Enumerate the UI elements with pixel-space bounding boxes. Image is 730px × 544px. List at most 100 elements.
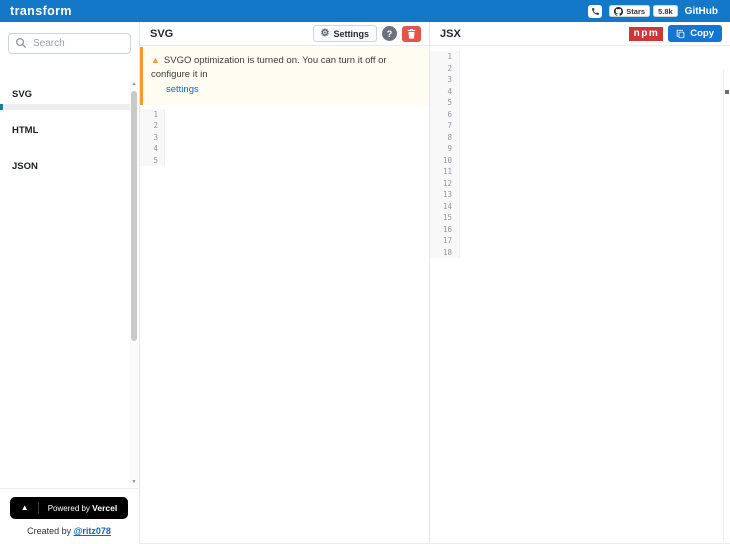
scroll-down-icon[interactable]: ▼ [132, 478, 137, 487]
copy-icon [676, 29, 685, 39]
search-box [8, 33, 131, 54]
jsx-scroll-thumb[interactable] [725, 90, 729, 94]
stars-label: Stars [626, 7, 645, 16]
nav-section-title: HTML [0, 116, 130, 140]
line-number [430, 132, 460, 144]
code-line-content [460, 201, 730, 213]
sidebar-scroll-thumb[interactable] [131, 91, 137, 341]
created-by-label: Created by [27, 526, 71, 536]
settings-link[interactable]: settings [166, 84, 199, 95]
octocat-icon [614, 7, 623, 16]
code-line-content [165, 155, 429, 167]
gear-icon: ⚙ [321, 29, 330, 39]
line-number [430, 235, 460, 247]
settings-button[interactable]: ⚙ Settings [313, 25, 377, 42]
author-link[interactable]: @ritz078 [74, 526, 111, 536]
svg-source-panel: SVG ⚙ Settings ? ▲SVGO optimization is t… [140, 22, 430, 544]
code-line [430, 166, 730, 178]
line-number [140, 120, 165, 132]
code-line-content [460, 189, 730, 201]
code-line-content [460, 166, 730, 178]
warning-text: SVGO optimization is turned on. You can … [151, 55, 387, 80]
code-line-content [165, 109, 429, 121]
header-actions: Stars 5.8k GitHub [588, 5, 718, 18]
sidebar-item[interactable] [0, 284, 130, 290]
app-logo[interactable]: transform [10, 4, 72, 18]
code-line [430, 235, 730, 247]
line-number [430, 247, 460, 259]
line-number [430, 63, 460, 75]
jsx-panel-title: JSX [440, 28, 461, 40]
code-line [140, 109, 429, 121]
code-line [430, 132, 730, 144]
search-icon [15, 37, 27, 49]
code-line-content [460, 224, 730, 236]
line-number [430, 178, 460, 190]
code-line [430, 155, 730, 167]
svgo-warning-banner: ▲SVGO optimization is turned on. You can… [140, 47, 429, 105]
code-line-content [460, 132, 730, 144]
code-line [140, 120, 429, 132]
powered-by-vercel-button[interactable]: ▲ Powered by Vercel [10, 497, 128, 519]
nav-section: SVG [0, 80, 130, 116]
line-number [430, 120, 460, 132]
jsx-output-panel: JSX npm Copy [430, 22, 730, 544]
phone-icon [591, 7, 600, 16]
nav-section-title: SVG [0, 80, 130, 104]
line-number [430, 109, 460, 121]
code-line [430, 97, 730, 109]
code-line-content [460, 74, 730, 86]
warning-icon: ▲ [151, 55, 160, 65]
code-line [430, 247, 730, 259]
github-link[interactable]: GitHub [685, 6, 718, 17]
line-number [430, 155, 460, 167]
github-star-button[interactable]: Stars [609, 5, 650, 17]
code-line-content [460, 178, 730, 190]
app-header: transform Stars 5.8k GitHub [0, 0, 730, 22]
code-line-content [165, 120, 429, 132]
code-line [430, 51, 730, 63]
code-line-content [460, 247, 730, 259]
converter-nav: SVG HTML JSON [0, 80, 130, 487]
github-star-count[interactable]: 5.8k [653, 5, 678, 17]
powered-by-label: Powered by [48, 504, 90, 513]
code-line [430, 74, 730, 86]
line-number [430, 51, 460, 63]
trash-icon [407, 29, 416, 39]
code-line-content [460, 120, 730, 132]
divider [38, 502, 39, 514]
nav-section-items [0, 176, 130, 290]
svg-panel-actions: ⚙ Settings ? [313, 25, 421, 42]
code-line [430, 224, 730, 236]
nav-section-items [0, 140, 130, 152]
code-line [430, 178, 730, 190]
vercel-label: Vercel [92, 503, 117, 513]
code-line [430, 201, 730, 213]
nav-section-title: JSON [0, 152, 130, 176]
sidebar-scrollbar: ▲ ▼ [130, 80, 138, 487]
nav-section: HTML [0, 116, 130, 152]
line-number [430, 201, 460, 213]
created-by: Created by @ritz078 [27, 526, 111, 536]
vercel-triangle-icon: ▲ [21, 504, 29, 512]
code-line [430, 63, 730, 75]
jsx-panel-header: JSX npm Copy [430, 22, 730, 46]
svg-code-editor[interactable] [140, 105, 429, 167]
line-number [430, 189, 460, 201]
nav-section-items [0, 104, 130, 116]
code-line [430, 212, 730, 224]
code-line-content [460, 109, 730, 121]
scroll-up-icon[interactable]: ▲ [132, 80, 137, 89]
github-stars-widget: Stars 5.8k [609, 5, 677, 17]
phone-button[interactable] [588, 5, 602, 18]
line-number [140, 132, 165, 144]
jsx-code-editor[interactable] [430, 46, 730, 258]
sidebar-footer: ▲ Powered by Vercel Created by @ritz078 [0, 488, 138, 544]
delete-button[interactable] [402, 26, 421, 42]
copy-button[interactable]: Copy [668, 25, 722, 42]
code-line [430, 86, 730, 98]
help-button[interactable]: ? [382, 26, 397, 41]
code-line [430, 109, 730, 121]
npm-logo[interactable]: npm [629, 27, 664, 41]
code-line-content [460, 86, 730, 98]
